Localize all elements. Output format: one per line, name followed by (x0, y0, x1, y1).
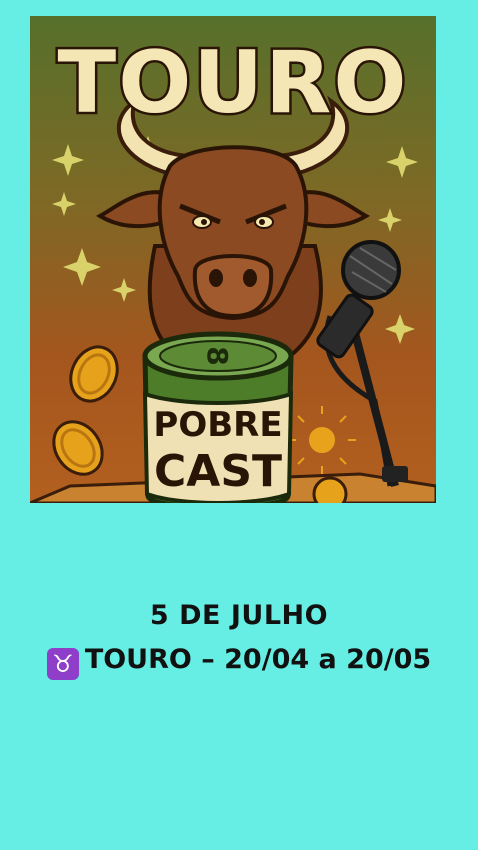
can-logo: 8 (201, 346, 234, 365)
zodiac-line: ♉ TOURO – 20/04 a 20/05 (0, 644, 478, 680)
zodiac-text: TOURO – 20/04 a 20/05 (84, 644, 432, 675)
podcast-cover-image: TOURO 8 POBRE CAST (30, 16, 436, 503)
beer-can-icon: 8 POBRE CAST (142, 331, 294, 503)
taurus-icon: ♉ (46, 648, 79, 680)
episode-date: 5 DE JULHO (149, 600, 329, 631)
can-label-line1: POBRE (153, 405, 282, 445)
can-label-line2: CAST (154, 446, 282, 497)
cover-title: TOURO (58, 33, 409, 133)
